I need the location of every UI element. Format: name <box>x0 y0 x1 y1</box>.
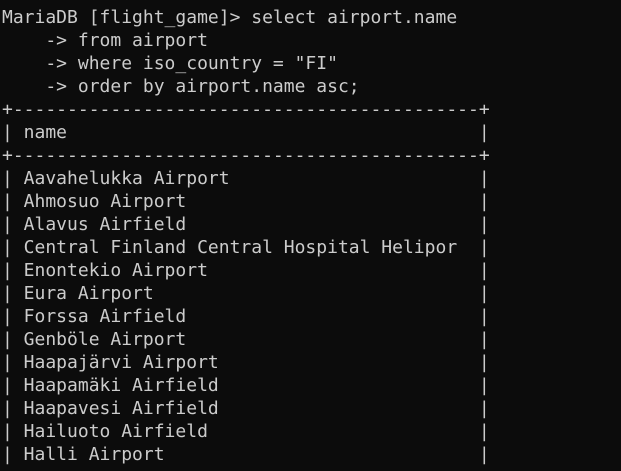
table-row: | Forssa Airfield | <box>2 306 490 327</box>
table-row: | Genböle Airport | <box>2 329 490 350</box>
table-row: | Hailuoto Airfield | <box>2 421 490 442</box>
table-row: | Ahmosuo Airport | <box>2 191 490 212</box>
table-row: | Central Finland Central Hospital Helip… <box>2 237 490 258</box>
query-line-2: -> from airport <box>2 30 208 51</box>
query-line-3: -> where iso_country = "FI" <box>2 53 338 74</box>
query-line-4: -> order by airport.name asc; <box>2 76 360 97</box>
table-row: | Halli Airport | <box>2 444 490 465</box>
table-row: | Eura Airport | <box>2 283 490 304</box>
table-header: | name | <box>2 122 490 143</box>
table-header-border: +---------------------------------------… <box>2 145 490 166</box>
table-row: | Haapamäki Airfield | <box>2 375 490 396</box>
table-row: | Haapajärvi Airport | <box>2 352 490 373</box>
table-row: | Aavahelukka Airport | <box>2 168 490 189</box>
query-line-1: MariaDB [flight_game]> select airport.na… <box>2 7 458 28</box>
table-row: | Alavus Airfield | <box>2 214 490 235</box>
table-row: | Enontekio Airport | <box>2 260 490 281</box>
table-top-border: +---------------------------------------… <box>2 99 490 120</box>
table-row: | Haapavesi Airfield | <box>2 398 490 419</box>
terminal-window[interactable]: MariaDB [flight_game]> select airport.na… <box>0 0 621 471</box>
